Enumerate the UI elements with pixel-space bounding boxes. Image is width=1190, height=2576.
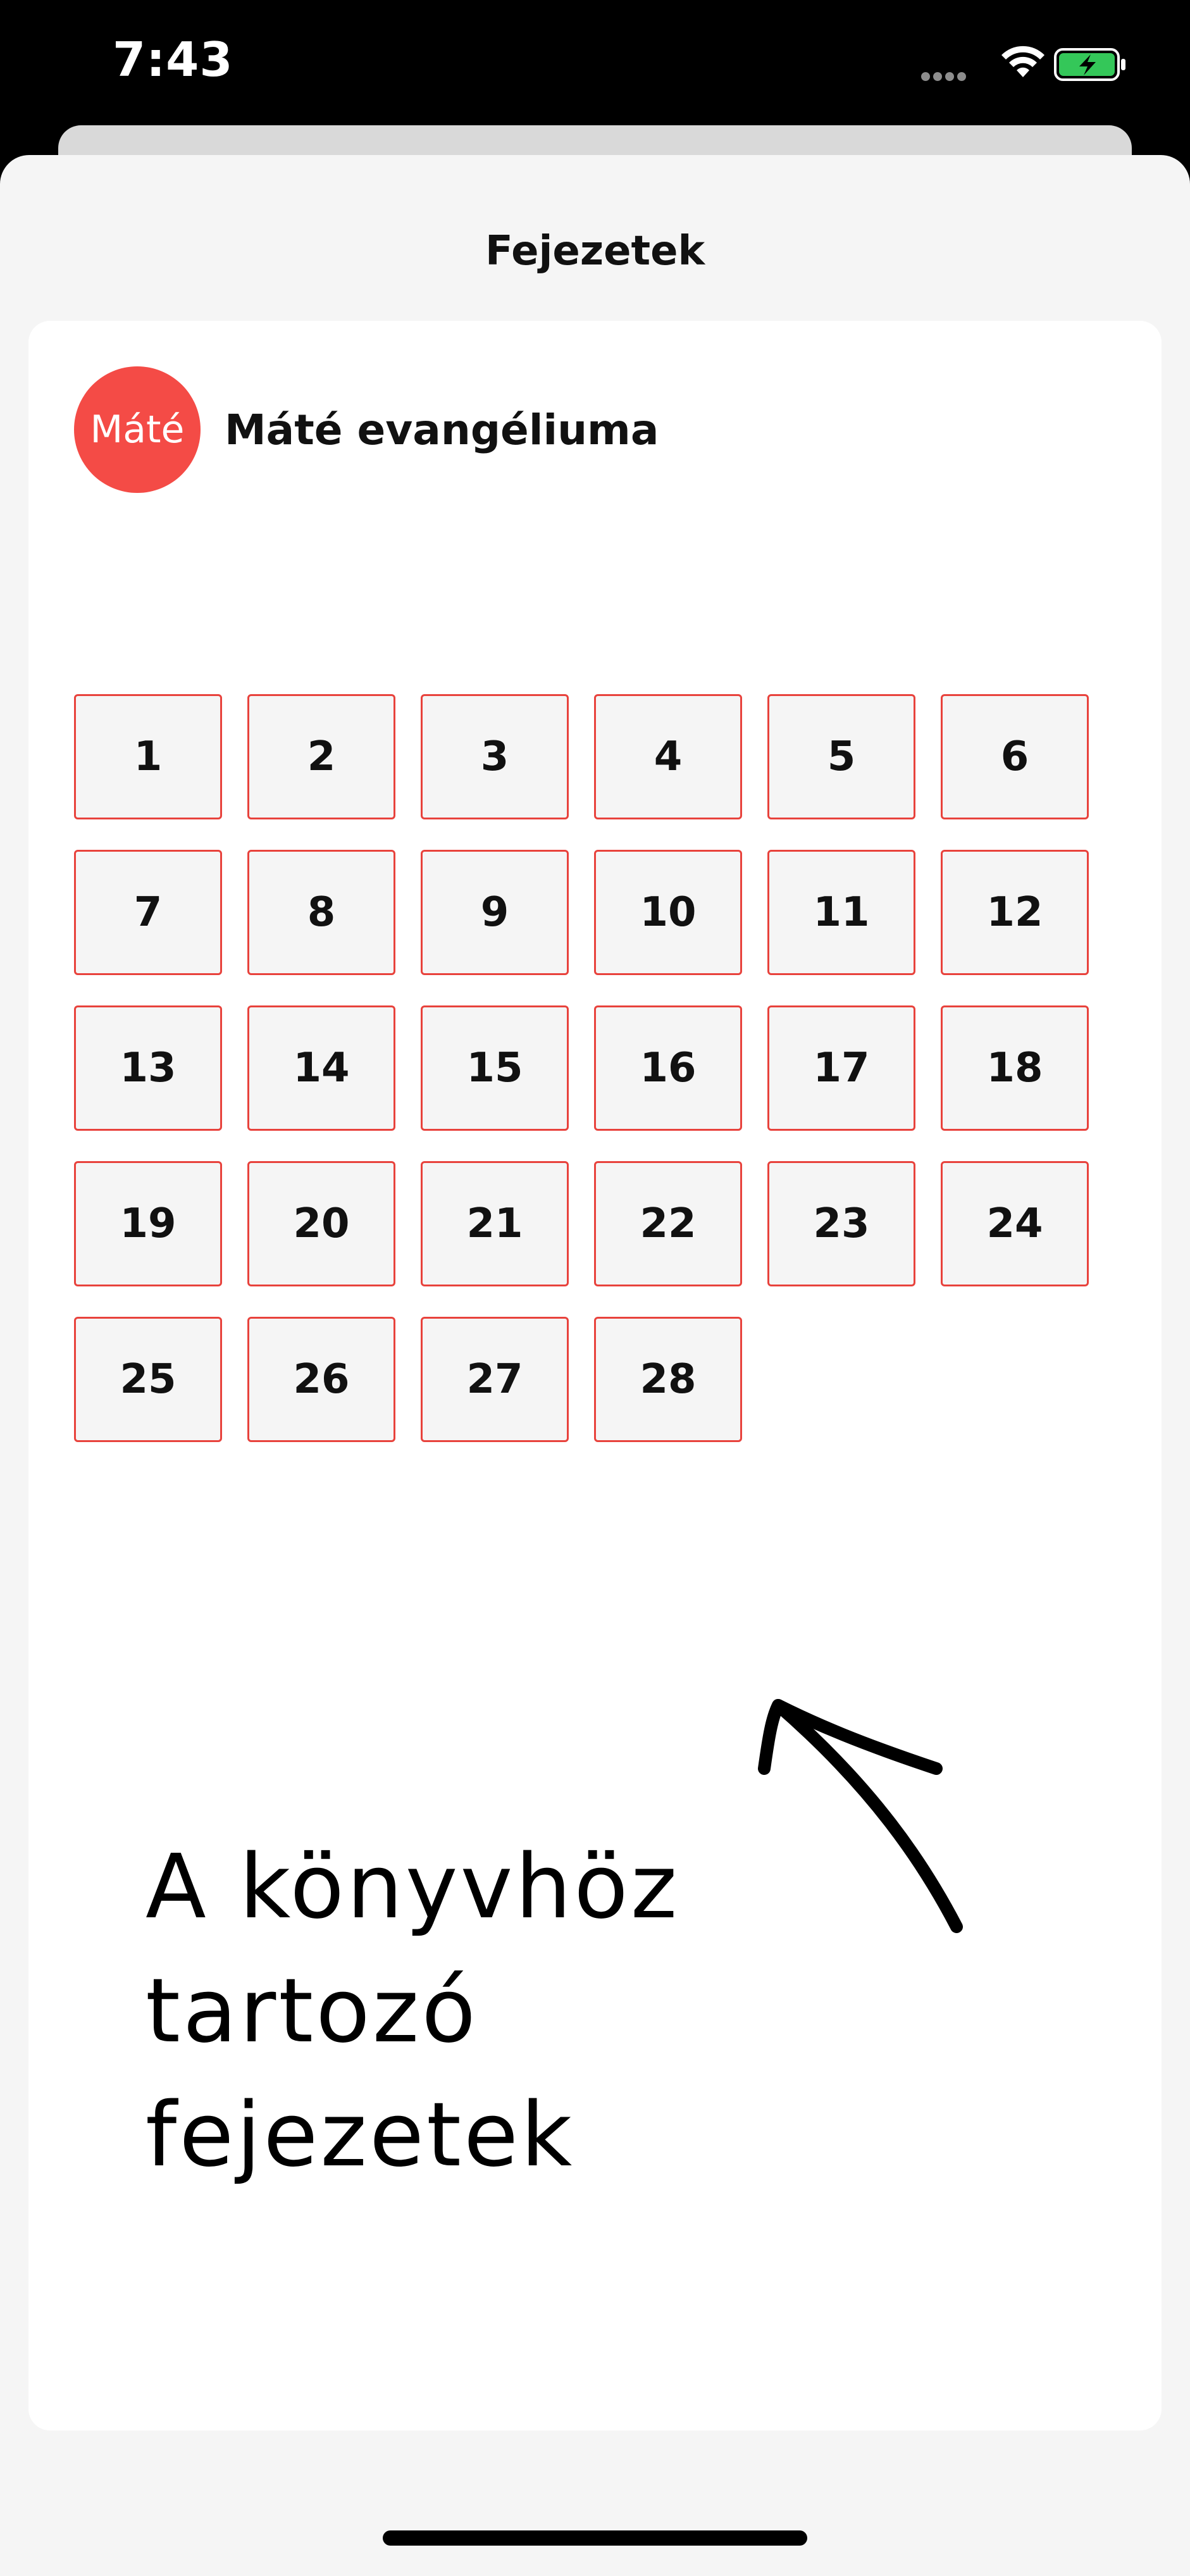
- chapter-button[interactable]: 12: [941, 850, 1089, 975]
- chapter-button[interactable]: 21: [421, 1161, 569, 1286]
- chapter-button[interactable]: 9: [421, 850, 569, 975]
- chapter-button[interactable]: 18: [941, 1005, 1089, 1131]
- chapter-button[interactable]: 13: [74, 1005, 222, 1131]
- chapter-button[interactable]: 3: [421, 694, 569, 819]
- chapter-button[interactable]: 26: [247, 1317, 395, 1442]
- battery-charging-icon: [1054, 48, 1125, 81]
- book-badge: Máté: [74, 366, 201, 493]
- chapter-button[interactable]: 20: [247, 1161, 395, 1286]
- chapter-button[interactable]: 23: [767, 1161, 915, 1286]
- sheet-title: Fejezetek: [485, 228, 705, 275]
- wifi-icon: [1001, 46, 1044, 77]
- annotation-line-1: A könyvhöz tartozó: [146, 1836, 680, 2063]
- status-time: 7:43: [113, 32, 233, 87]
- chapter-button[interactable]: 2: [247, 694, 395, 819]
- chapter-button[interactable]: 10: [594, 850, 742, 975]
- home-indicator[interactable]: [383, 2530, 807, 2546]
- book-header: Máté Máté evangéliuma: [74, 366, 659, 493]
- chapter-button[interactable]: 27: [421, 1317, 569, 1442]
- chapters-sheet: Fejezetek Máté Máté evangéliuma 1 2 3 4 …: [0, 155, 1190, 2576]
- chapter-button[interactable]: 6: [941, 694, 1089, 819]
- chapter-button[interactable]: 8: [247, 850, 395, 975]
- chapter-button[interactable]: 24: [941, 1161, 1089, 1286]
- chapter-button[interactable]: 14: [247, 1005, 395, 1131]
- chapter-grid: 1 2 3 4 5 6 7 8 9 10 11 12 13 14 15 16 1…: [74, 694, 1094, 1442]
- chapter-button[interactable]: 19: [74, 1161, 222, 1286]
- chapter-button[interactable]: 16: [594, 1005, 742, 1131]
- annotation-text: A könyvhöz tartozó fejezetek: [146, 1826, 1031, 2198]
- status-bar: 7:43: [0, 0, 1190, 127]
- chapter-button[interactable]: 25: [74, 1317, 222, 1442]
- chapter-button[interactable]: 1: [74, 694, 222, 819]
- annotation-line-2: fejezetek: [146, 2084, 575, 2187]
- chapter-button[interactable]: 17: [767, 1005, 915, 1131]
- chapter-button[interactable]: 4: [594, 694, 742, 819]
- chapter-button[interactable]: 15: [421, 1005, 569, 1131]
- chapter-button[interactable]: 22: [594, 1161, 742, 1286]
- chapter-button[interactable]: 28: [594, 1317, 742, 1442]
- chapter-button[interactable]: 7: [74, 850, 222, 975]
- book-title: Máté evangéliuma: [225, 405, 659, 454]
- chapter-button[interactable]: 11: [767, 850, 915, 975]
- chapter-button[interactable]: 5: [767, 694, 915, 819]
- signal-icon: [921, 72, 969, 84]
